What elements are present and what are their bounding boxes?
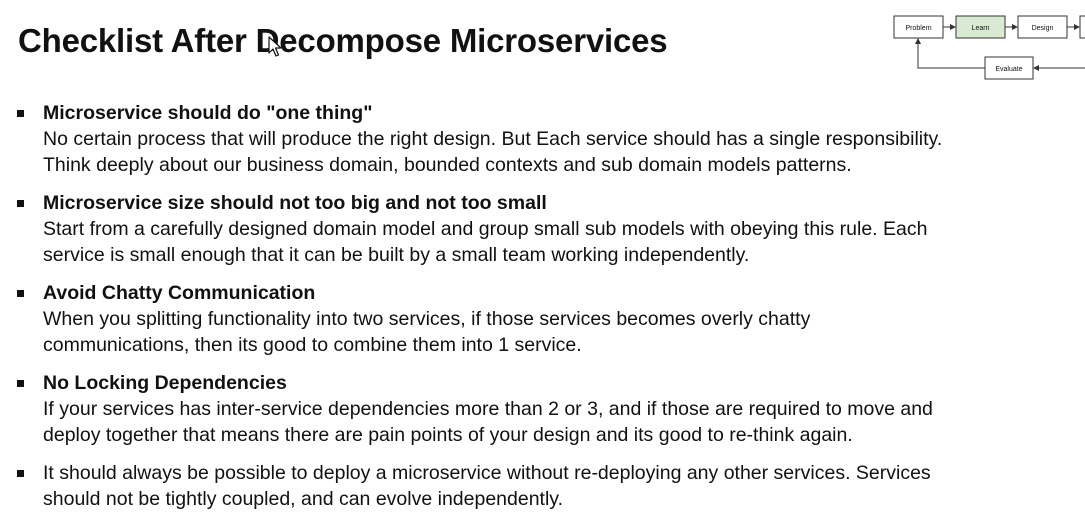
checklist-item: Microservice should do "one thing" No ce…	[0, 100, 1085, 178]
checklist-item-heading: No Locking Dependencies	[43, 372, 287, 394]
checklist-item-text: communications, then its good to combine…	[43, 334, 582, 356]
checklist-item-heading: Microservice should do "one thing"	[43, 102, 373, 124]
flow-node-design-label: Design	[1032, 25, 1054, 32]
checklist-item: Microservice size should not too big and…	[0, 190, 1085, 268]
mouse-cursor-icon	[268, 36, 282, 57]
checklist-item: No Locking Dependencies If your services…	[0, 370, 1085, 448]
checklist-item-text: should not be tightly coupled, and can e…	[43, 488, 564, 510]
checklist-item-text: It should always be possible to deploy a…	[43, 462, 931, 484]
flow-arrow	[915, 38, 985, 69]
checklist-item-text: Think deeply about our business domain, …	[43, 154, 852, 176]
flow-node-learn-label: Learn	[972, 25, 990, 32]
square-bullet-icon	[17, 110, 24, 117]
flow-node-design: Design	[1017, 15, 1068, 39]
flow-node-problem-label: Problem	[905, 25, 931, 32]
square-bullet-icon	[17, 380, 24, 387]
checklist-item-text: When you splitting functionality into tw…	[43, 308, 811, 330]
checklist-item-text: deploy together that means there are pai…	[43, 424, 853, 446]
checklist-item-text: Start from a carefully designed domain m…	[43, 218, 928, 240]
slide-title: Checklist After Decompose Microservices	[18, 22, 668, 59]
flow-node-evaluate-label: Evaluate	[995, 66, 1022, 73]
checklist: Microservice should do "one thing" No ce…	[0, 100, 1085, 524]
flow-node-problem: Problem	[893, 15, 944, 39]
checklist-item-heading: Microservice size should not too big and…	[43, 192, 547, 214]
checklist-item: Avoid Chatty Communication When you spli…	[0, 280, 1085, 358]
flow-node-evaluate: Evaluate	[984, 56, 1034, 80]
process-flow-diagram: Problem Learn Design Evaluate	[893, 15, 1085, 80]
checklist-item-text: If your services has inter-service depen…	[43, 398, 933, 420]
slide: Checklist After Decompose Microservices …	[0, 0, 1085, 528]
square-bullet-icon	[17, 470, 24, 477]
checklist-item: It should always be possible to deploy a…	[0, 460, 1085, 512]
square-bullet-icon	[17, 200, 24, 207]
checklist-item-text: No certain process that will produce the…	[43, 128, 943, 150]
checklist-item-heading: Avoid Chatty Communication	[43, 282, 316, 304]
flow-node-learn: Learn	[955, 15, 1006, 39]
checklist-item-text: service is small enough that it can be b…	[43, 244, 750, 266]
flow-node-partial	[1079, 15, 1085, 39]
square-bullet-icon	[17, 290, 24, 297]
